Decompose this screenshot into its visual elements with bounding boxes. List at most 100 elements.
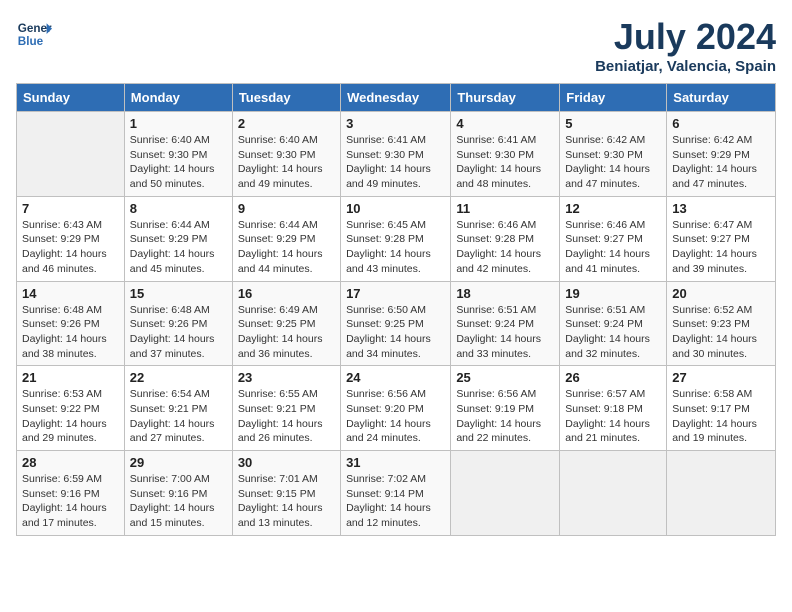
calendar-cell: 22 Sunrise: 6:54 AMSunset: 9:21 PMDayligh…	[124, 366, 232, 451]
location-subtitle: Beniatjar, Valencia, Spain	[595, 58, 776, 75]
calendar-cell: 31 Sunrise: 7:02 AMSunset: 9:14 PMDayligh…	[341, 451, 451, 536]
day-number: 1	[130, 116, 227, 131]
calendar-cell	[667, 451, 776, 536]
title-block: July 2024 Beniatjar, Valencia, Spain	[595, 16, 776, 75]
calendar-cell: 10 Sunrise: 6:45 AMSunset: 9:28 PMDayligh…	[341, 196, 451, 281]
day-number: 30	[238, 455, 335, 470]
calendar-cell: 20 Sunrise: 6:52 AMSunset: 9:23 PMDayligh…	[667, 281, 776, 366]
column-header-tuesday: Tuesday	[232, 84, 340, 112]
logo: General Blue	[16, 16, 52, 52]
day-number: 18	[456, 286, 554, 301]
column-header-monday: Monday	[124, 84, 232, 112]
calendar-week-row: 28 Sunrise: 6:59 AMSunset: 9:16 PMDayligh…	[17, 451, 776, 536]
calendar-cell: 30 Sunrise: 7:01 AMSunset: 9:15 PMDayligh…	[232, 451, 340, 536]
calendar-cell: 29 Sunrise: 7:00 AMSunset: 9:16 PMDayligh…	[124, 451, 232, 536]
column-header-saturday: Saturday	[667, 84, 776, 112]
cell-info: Sunrise: 6:52 AMSunset: 9:23 PMDaylight:…	[672, 303, 770, 362]
cell-info: Sunrise: 6:56 AMSunset: 9:19 PMDaylight:…	[456, 387, 554, 446]
cell-info: Sunrise: 6:43 AMSunset: 9:29 PMDaylight:…	[22, 218, 119, 277]
day-number: 2	[238, 116, 335, 131]
calendar-cell: 9Sunrise: 6:44 AMSunset: 9:29 PMDaylight…	[232, 196, 340, 281]
day-number: 28	[22, 455, 119, 470]
calendar-cell: 14 Sunrise: 6:48 AMSunset: 9:26 PMDayligh…	[17, 281, 125, 366]
day-number: 27	[672, 370, 770, 385]
column-header-sunday: Sunday	[17, 84, 125, 112]
cell-info: Sunrise: 7:02 AMSunset: 9:14 PMDaylight:…	[346, 472, 445, 531]
day-number: 11	[456, 201, 554, 216]
cell-info: Sunrise: 6:48 AMSunset: 9:26 PMDaylight:…	[22, 303, 119, 362]
cell-info: Sunrise: 6:41 AMSunset: 9:30 PMDaylight:…	[456, 133, 554, 192]
day-number: 17	[346, 286, 445, 301]
calendar-cell: 16Sunrise: 6:49 AMSunset: 9:25 PMDayligh…	[232, 281, 340, 366]
cell-info: Sunrise: 6:51 AMSunset: 9:24 PMDaylight:…	[456, 303, 554, 362]
day-number: 31	[346, 455, 445, 470]
calendar-cell: 13 Sunrise: 6:47 AMSunset: 9:27 PMDayligh…	[667, 196, 776, 281]
calendar-cell: 17 Sunrise: 6:50 AMSunset: 9:25 PMDayligh…	[341, 281, 451, 366]
cell-info: Sunrise: 6:42 AMSunset: 9:30 PMDaylight:…	[565, 133, 661, 192]
calendar-cell: 8 Sunrise: 6:44 AMSunset: 9:29 PMDaylight…	[124, 196, 232, 281]
day-number: 20	[672, 286, 770, 301]
month-year-title: July 2024	[595, 16, 776, 58]
day-number: 8	[130, 201, 227, 216]
cell-info: Sunrise: 6:45 AMSunset: 9:28 PMDaylight:…	[346, 218, 445, 277]
calendar-week-row: 21 Sunrise: 6:53 AMSunset: 9:22 PMDayligh…	[17, 366, 776, 451]
calendar-cell: 28 Sunrise: 6:59 AMSunset: 9:16 PMDayligh…	[17, 451, 125, 536]
calendar-cell: 4 Sunrise: 6:41 AMSunset: 9:30 PMDaylight…	[451, 112, 560, 197]
calendar-cell	[451, 451, 560, 536]
cell-info: Sunrise: 6:53 AMSunset: 9:22 PMDaylight:…	[22, 387, 119, 446]
cell-info: Sunrise: 6:50 AMSunset: 9:25 PMDaylight:…	[346, 303, 445, 362]
cell-info: Sunrise: 7:00 AMSunset: 9:16 PMDaylight:…	[130, 472, 227, 531]
day-number: 26	[565, 370, 661, 385]
calendar-cell: 11Sunrise: 6:46 AMSunset: 9:28 PMDayligh…	[451, 196, 560, 281]
day-number: 24	[346, 370, 445, 385]
day-number: 22	[130, 370, 227, 385]
calendar-cell: 6Sunrise: 6:42 AMSunset: 9:29 PMDaylight…	[667, 112, 776, 197]
day-number: 3	[346, 116, 445, 131]
calendar-cell: 7 Sunrise: 6:43 AMSunset: 9:29 PMDaylight…	[17, 196, 125, 281]
column-header-thursday: Thursday	[451, 84, 560, 112]
calendar-header-row: SundayMondayTuesdayWednesdayThursdayFrid…	[17, 84, 776, 112]
calendar-cell	[17, 112, 125, 197]
calendar-cell: 2 Sunrise: 6:40 AMSunset: 9:30 PMDaylight…	[232, 112, 340, 197]
calendar-table: SundayMondayTuesdayWednesdayThursdayFrid…	[16, 83, 776, 536]
cell-info: Sunrise: 6:47 AMSunset: 9:27 PMDaylight:…	[672, 218, 770, 277]
day-number: 14	[22, 286, 119, 301]
day-number: 23	[238, 370, 335, 385]
day-number: 12	[565, 201, 661, 216]
day-number: 25	[456, 370, 554, 385]
day-number: 29	[130, 455, 227, 470]
day-number: 19	[565, 286, 661, 301]
logo-icon: General Blue	[16, 16, 52, 52]
day-number: 13	[672, 201, 770, 216]
cell-info: Sunrise: 6:58 AMSunset: 9:17 PMDaylight:…	[672, 387, 770, 446]
day-number: 4	[456, 116, 554, 131]
cell-info: Sunrise: 6:54 AMSunset: 9:21 PMDaylight:…	[130, 387, 227, 446]
cell-info: Sunrise: 6:56 AMSunset: 9:20 PMDaylight:…	[346, 387, 445, 446]
cell-info: Sunrise: 6:44 AMSunset: 9:29 PMDaylight:…	[130, 218, 227, 277]
cell-info: Sunrise: 6:40 AMSunset: 9:30 PMDaylight:…	[238, 133, 335, 192]
calendar-cell: 27 Sunrise: 6:58 AMSunset: 9:17 PMDayligh…	[667, 366, 776, 451]
column-header-friday: Friday	[560, 84, 667, 112]
day-number: 9	[238, 201, 335, 216]
day-number: 21	[22, 370, 119, 385]
calendar-cell: 24 Sunrise: 6:56 AMSunset: 9:20 PMDayligh…	[341, 366, 451, 451]
calendar-cell: 25 Sunrise: 6:56 AMSunset: 9:19 PMDayligh…	[451, 366, 560, 451]
cell-info: Sunrise: 6:41 AMSunset: 9:30 PMDaylight:…	[346, 133, 445, 192]
calendar-cell: 12Sunrise: 6:46 AMSunset: 9:27 PMDayligh…	[560, 196, 667, 281]
calendar-cell: 26 Sunrise: 6:57 AMSunset: 9:18 PMDayligh…	[560, 366, 667, 451]
calendar-week-row: 1 Sunrise: 6:40 AMSunset: 9:30 PMDaylight…	[17, 112, 776, 197]
cell-info: Sunrise: 6:59 AMSunset: 9:16 PMDaylight:…	[22, 472, 119, 531]
cell-info: Sunrise: 6:48 AMSunset: 9:26 PMDaylight:…	[130, 303, 227, 362]
cell-info: Sunrise: 7:01 AMSunset: 9:15 PMDaylight:…	[238, 472, 335, 531]
calendar-cell: 15Sunrise: 6:48 AMSunset: 9:26 PMDayligh…	[124, 281, 232, 366]
calendar-cell: 5Sunrise: 6:42 AMSunset: 9:30 PMDaylight…	[560, 112, 667, 197]
page-header: General Blue July 2024 Beniatjar, Valenc…	[16, 16, 776, 75]
calendar-week-row: 14 Sunrise: 6:48 AMSunset: 9:26 PMDayligh…	[17, 281, 776, 366]
cell-info: Sunrise: 6:57 AMSunset: 9:18 PMDaylight:…	[565, 387, 661, 446]
day-number: 16	[238, 286, 335, 301]
day-number: 7	[22, 201, 119, 216]
cell-info: Sunrise: 6:40 AMSunset: 9:30 PMDaylight:…	[130, 133, 227, 192]
cell-info: Sunrise: 6:55 AMSunset: 9:21 PMDaylight:…	[238, 387, 335, 446]
column-header-wednesday: Wednesday	[341, 84, 451, 112]
day-number: 10	[346, 201, 445, 216]
